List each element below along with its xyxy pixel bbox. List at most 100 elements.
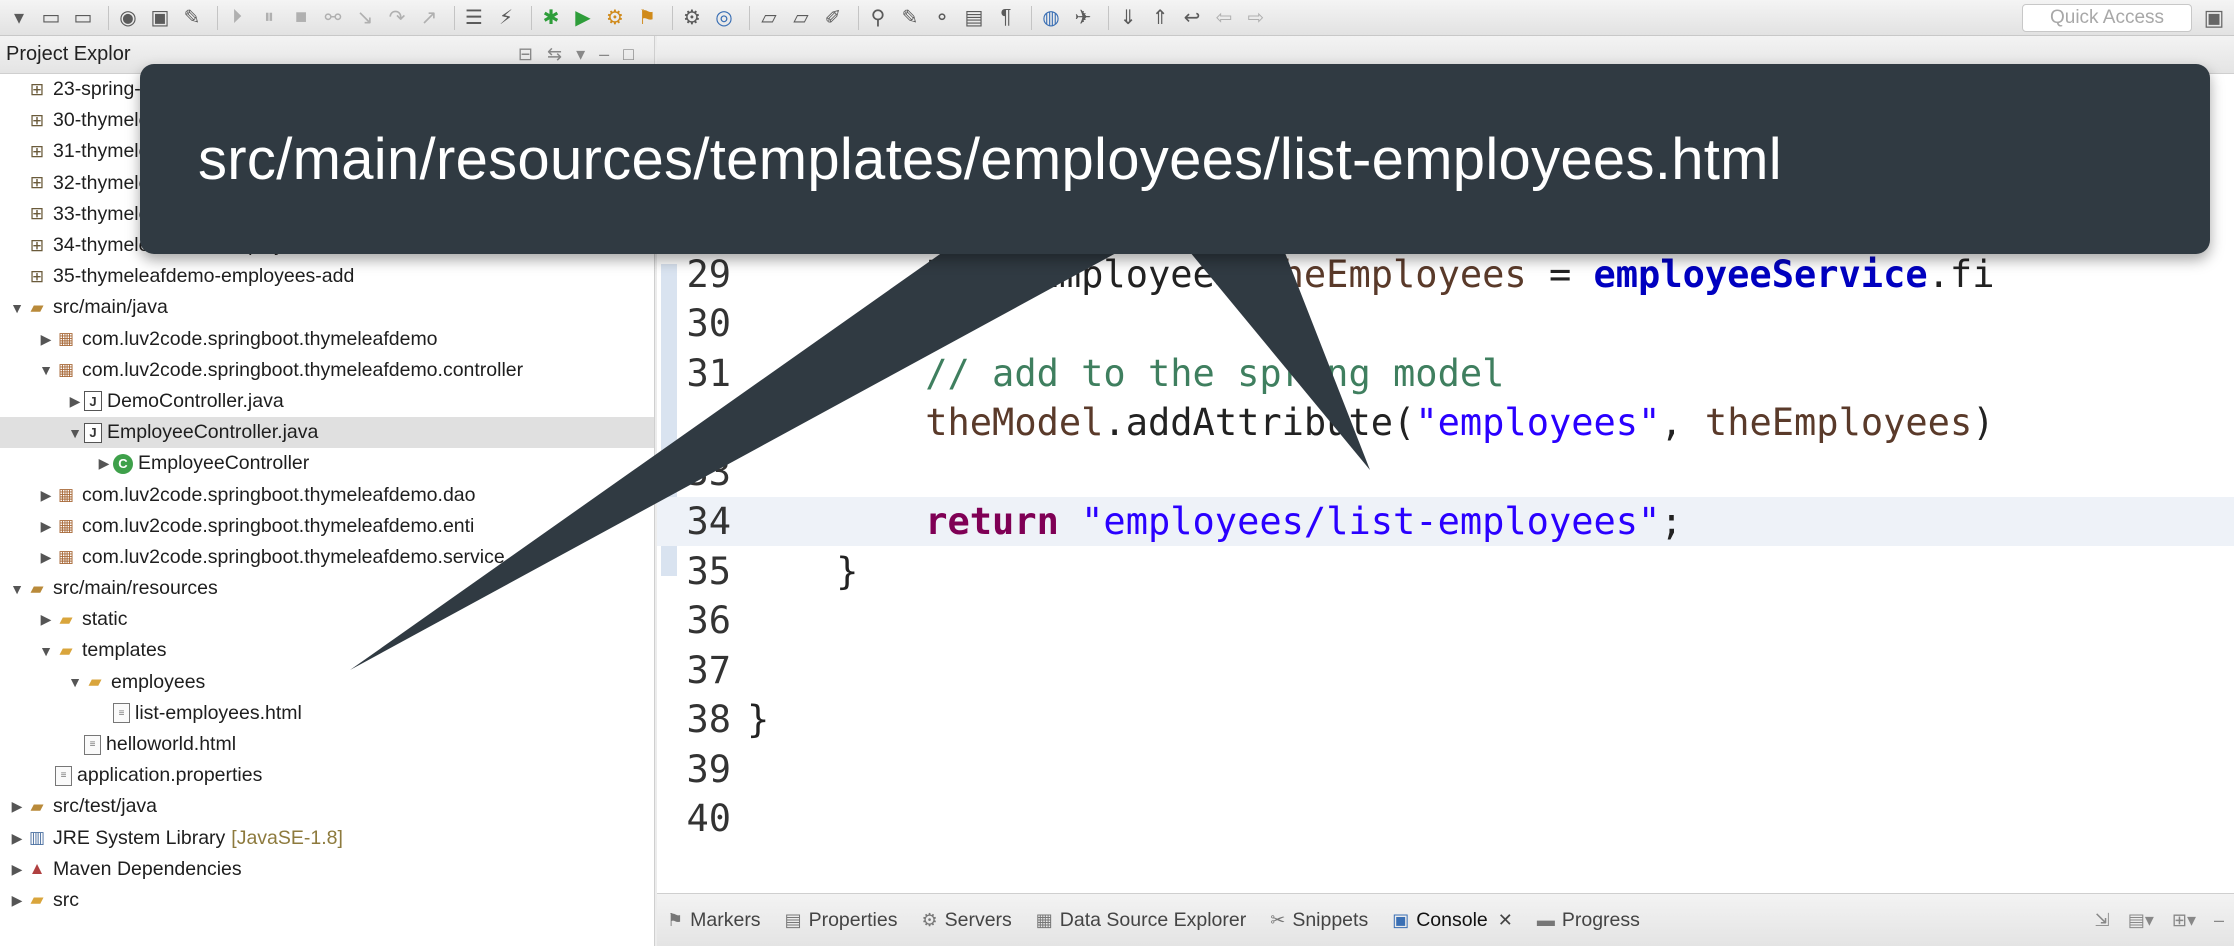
tree-item[interactable]: ▶ ▰ src (0, 885, 654, 916)
code-line[interactable]: 30 (657, 299, 2234, 349)
display-console-icon[interactable]: ▤▾ (2128, 910, 2154, 931)
next-annotation-icon[interactable]: ⇓ (1115, 5, 1141, 31)
expand-arrow-icon[interactable]: ▼ (37, 362, 55, 378)
back-icon[interactable]: ⇦ (1211, 5, 1237, 31)
code-line[interactable]: 35 } (657, 546, 2234, 596)
tab-progress[interactable]: ▬ Progress (1537, 909, 1640, 932)
step-over-icon[interactable]: ↷ (384, 5, 410, 31)
tree-item[interactable]: ▶ ▦ com.luv2code.springboot.thymeleafdemo (0, 324, 654, 355)
open-console-icon[interactable]: ⊞▾ (2172, 910, 2196, 931)
tree-item[interactable]: ▶ ▦ com.luv2code.springboot.thymeleafdemo.… (0, 542, 654, 573)
tree-item[interactable]: ⊞ 34-thymeleafdemo-employees-list-db (0, 230, 654, 261)
code-line[interactable]: 38} (657, 695, 2234, 745)
mark-icon[interactable]: ▤ (961, 5, 987, 31)
code-line[interactable]: 34 return "employees/list-employees"; (657, 496, 2234, 547)
profile-icon[interactable]: ◉ (115, 5, 141, 31)
collapse-arrow-icon[interactable]: ▶ (37, 487, 55, 504)
perspective-icon[interactable]: ▣ (2200, 4, 2228, 32)
tab-console[interactable]: ▣ Console ✕ (1392, 909, 1513, 932)
external-tools-icon[interactable]: ⚑ (634, 5, 660, 31)
code-editor[interactable]: 29 List<Employee> theEmployees = employe… (657, 36, 2234, 893)
monitor-icon[interactable]: ▣ (147, 5, 173, 31)
tree-item[interactable]: ▼ ▰ src/main/java (0, 292, 654, 323)
tab-project-explorer[interactable]: Project Explor (0, 43, 131, 66)
new-class-icon[interactable]: ◎ (711, 5, 737, 31)
show-whitespace-icon[interactable]: ¶ (993, 5, 1019, 31)
collapse-arrow-icon[interactable]: ▶ (8, 798, 26, 815)
open-folder-icon[interactable]: ▱ (756, 5, 782, 31)
collapse-arrow-icon[interactable]: ▶ (66, 393, 84, 410)
code-line[interactable]: 33 (657, 447, 2234, 497)
run-icon[interactable]: ▶ (570, 5, 596, 31)
toggle-icon[interactable]: ⚬ (929, 5, 955, 31)
tasks-icon[interactable]: ☰ (461, 5, 487, 31)
tree-item[interactable]: ⊞ 31-thymele (0, 136, 654, 167)
pause-icon[interactable]: ⏸ (256, 5, 282, 31)
tab-markers[interactable]: ⚑ Markers (667, 909, 761, 932)
tab-properties[interactable]: ▤ Properties (785, 909, 898, 932)
collapse-arrow-icon[interactable]: ▶ (37, 518, 55, 535)
search-icon[interactable]: ⚲ (865, 5, 891, 31)
code-line[interactable]: 40 (657, 794, 2234, 844)
tree-item[interactable]: ▶ ▲ Maven Dependencies (0, 854, 654, 885)
collapse-arrow-icon[interactable]: ▶ (8, 861, 26, 878)
highlight-icon[interactable]: ✎ (897, 5, 923, 31)
run-config-icon[interactable]: ⚙ (602, 5, 628, 31)
code-line[interactable]: 31 // add to the spring model (657, 348, 2234, 398)
tree-item[interactable]: ≡ application.properties (0, 760, 654, 791)
tree-item[interactable]: ▶ J DemoController.java (0, 386, 654, 417)
tree-item[interactable]: ▶ ▰ static (0, 604, 654, 635)
stop-icon[interactable]: ■ (288, 5, 314, 31)
close-icon[interactable]: ✕ (1498, 910, 1513, 931)
tree-item[interactable]: ▼ ▰ employees (0, 667, 654, 698)
tree-item[interactable]: ▼ ▦ com.luv2code.springboot.thymeleafdemo.… (0, 355, 654, 386)
minimize-panel-icon[interactable]: – (2214, 910, 2224, 931)
link-editor-icon[interactable]: ⇆ (547, 44, 562, 65)
code-line[interactable]: 37 (657, 645, 2234, 695)
collapse-arrow-icon[interactable]: ▶ (8, 892, 26, 909)
expand-arrow-icon[interactable]: ▼ (66, 425, 84, 441)
minimize-icon[interactable]: – (599, 44, 609, 65)
tree-item[interactable]: ▶ C EmployeeController (0, 448, 654, 479)
collapse-all-icon[interactable]: ⊟ (518, 44, 533, 65)
tree-item[interactable]: ≡ list-employees.html (0, 698, 654, 729)
collapse-arrow-icon[interactable]: ▶ (95, 455, 113, 472)
tree-item[interactable]: ▶ ▥ JRE System Library [JavaSE-1.8] (0, 823, 654, 854)
tree-item[interactable]: ▼ ▰ src/main/resources (0, 573, 654, 604)
refactor-icon[interactable]: ⚡ (493, 5, 519, 31)
pin-icon[interactable]: ✎ (179, 5, 205, 31)
maximize-icon[interactable]: □ (623, 44, 634, 65)
tree-item[interactable]: ⊞ 23-spring- (0, 74, 654, 105)
tree-item[interactable]: ▼ J EmployeeController.java (0, 417, 654, 449)
expand-arrow-icon[interactable]: ▼ (66, 674, 84, 690)
expand-arrow-icon[interactable]: ▼ (8, 300, 26, 316)
tree-item[interactable]: ⊞ 30-thymele (0, 105, 654, 136)
disconnect-icon[interactable]: ⚯ (320, 5, 346, 31)
tree-item[interactable]: ⊞ 32-thymele (0, 168, 654, 199)
save-all-icon[interactable]: ▭ (70, 5, 96, 31)
globe-icon[interactable]: ◍ (1038, 5, 1064, 31)
open-type-icon[interactable]: ▱ (788, 5, 814, 31)
code-line[interactable]: 39 (657, 744, 2234, 794)
last-edit-icon[interactable]: ↩ (1179, 5, 1205, 31)
tree-item[interactable]: ⊞ 33-thymele (0, 199, 654, 230)
collapse-arrow-icon[interactable]: ▶ (37, 549, 55, 566)
expand-arrow-icon[interactable]: ▼ (37, 643, 55, 659)
step-into-icon[interactable]: ↘ (352, 5, 378, 31)
prev-annotation-icon[interactable]: ⇑ (1147, 5, 1173, 31)
expand-arrow-icon[interactable]: ▼ (8, 581, 26, 597)
view-menu-icon[interactable]: ▾ (576, 44, 585, 65)
tab-data-source-explorer[interactable]: ▦ Data Source Explorer (1036, 909, 1246, 932)
collapse-arrow-icon[interactable]: ▶ (37, 331, 55, 348)
new-server-icon[interactable]: ⚙ (679, 5, 705, 31)
tree-item[interactable]: ≡ helloworld.html (0, 729, 654, 760)
step-return-icon[interactable]: ↗ (416, 5, 442, 31)
quick-access-input[interactable]: Quick Access (2022, 4, 2192, 32)
code-line[interactable]: theModel.addAttribute("employees", theEm… (657, 398, 2234, 448)
step-icon[interactable]: ⏵ (224, 5, 250, 31)
pin-console-icon[interactable]: ⇲ (2095, 910, 2110, 931)
tree-item[interactable]: ▼ ▰ templates (0, 635, 654, 666)
tree-item[interactable]: ▶ ▦ com.luv2code.springboot.thymeleafdemo.… (0, 479, 654, 510)
collapse-arrow-icon[interactable]: ▶ (37, 611, 55, 628)
tree-item[interactable]: ▶ ▰ src/test/java (0, 791, 654, 822)
